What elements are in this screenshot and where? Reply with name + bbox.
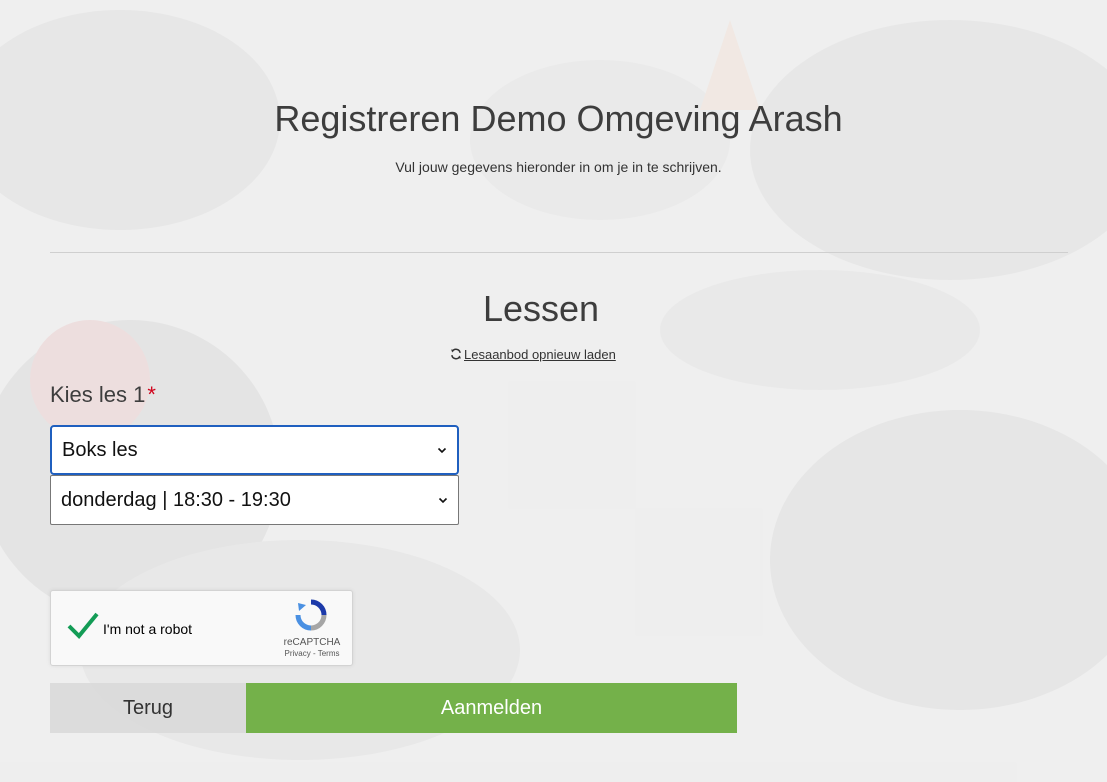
- recaptcha-brand: reCAPTCHA: [283, 637, 341, 648]
- recaptcha-widget: I'm not a robot reCAPTCHA Privacy - Term…: [50, 590, 353, 666]
- lesson-field-label: Kies les 1*: [50, 382, 156, 408]
- chevron-down-icon: [438, 497, 448, 504]
- lesson-select[interactable]: Boks les: [50, 425, 459, 475]
- page-subtitle: Vul jouw gegevens hieronder in om je in …: [395, 159, 722, 175]
- time-select[interactable]: donderdag | 18:30 - 19:30: [50, 475, 459, 525]
- page-title: Registreren Demo Omgeving Arash: [274, 98, 843, 139]
- recaptcha-terms-link[interactable]: Privacy - Terms: [277, 649, 347, 658]
- chevron-down-icon: [437, 447, 447, 454]
- reload-lessons-label: Lesaanbod opnieuw laden: [464, 347, 616, 362]
- required-marker: *: [147, 382, 156, 407]
- submit-button[interactable]: Aanmelden: [246, 683, 737, 733]
- recaptcha-checkbox-checked[interactable]: [67, 611, 99, 641]
- section-divider: [50, 252, 1068, 253]
- recaptcha-logo-icon: [295, 599, 327, 631]
- recaptcha-label: I'm not a robot: [103, 621, 193, 637]
- registration-page: Registreren Demo Omgeving Arash Vul jouw…: [0, 0, 1107, 782]
- section-title-lessons: Lessen: [482, 288, 600, 329]
- refresh-icon: [451, 348, 461, 360]
- back-button[interactable]: Terug: [50, 683, 246, 733]
- lesson-field-label-text: Kies les 1: [50, 382, 146, 407]
- reload-lessons-link[interactable]: Lesaanbod opnieuw laden: [450, 347, 616, 362]
- time-select-value: donderdag | 18:30 - 19:30: [61, 488, 291, 511]
- lesson-select-value: Boks les: [62, 438, 138, 461]
